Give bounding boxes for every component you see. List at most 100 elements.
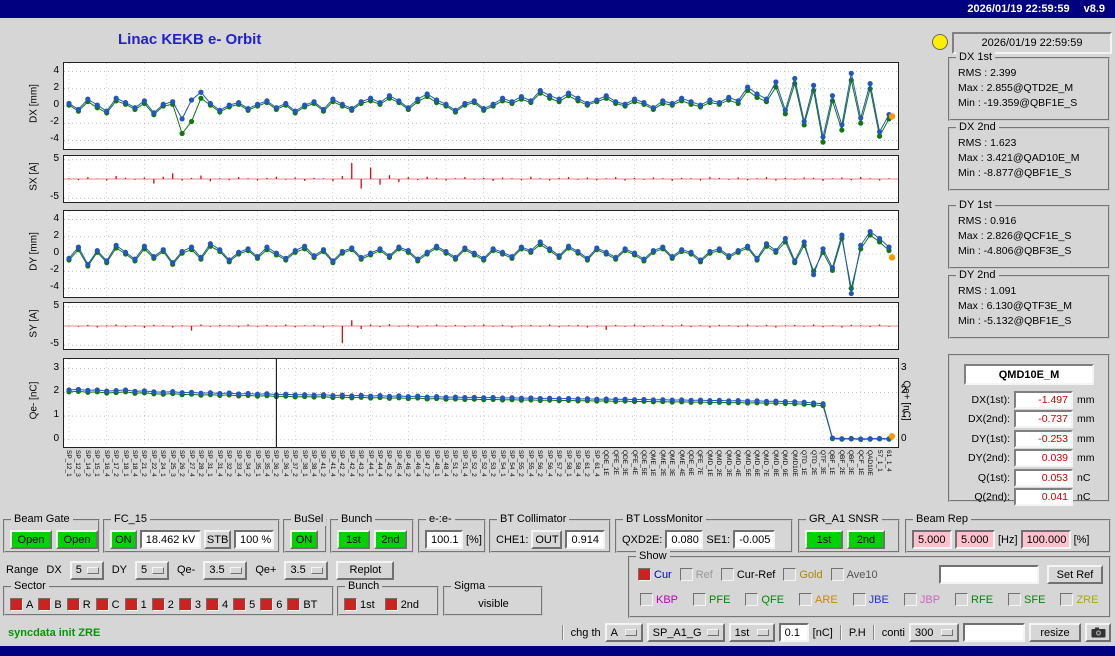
range-dx-label: DX: [46, 564, 62, 576]
bpm-name-label: QTF_3E: [819, 450, 827, 475]
status-extra-input[interactable]: [963, 623, 1025, 642]
gr-a1-snsr-group: GR_A1 SNSR 1st 2nd: [798, 513, 900, 553]
beam-gate-open-button-1[interactable]: Open: [10, 530, 52, 549]
bpm-name-label: SP_51_4: [460, 450, 468, 477]
interval-select[interactable]: 300: [909, 623, 959, 642]
bpm-name-label: SP_33_4: [234, 450, 242, 477]
bpm-name-label: QMD_7E: [762, 450, 770, 477]
show-checkbox-ave10[interactable]: Ave10: [830, 568, 878, 581]
threshold-unit: [nC]: [812, 626, 833, 639]
show-checkbox-kbp[interactable]: KBP: [640, 593, 678, 606]
show-label: Ref: [695, 568, 713, 581]
threshold-input[interactable]: [778, 623, 809, 642]
plot-panel-dx[interactable]: [63, 62, 899, 150]
bunch-2nd-button[interactable]: 2nd: [374, 530, 407, 549]
resize-button[interactable]: resize: [1029, 623, 1081, 642]
checkbox-icon: [720, 568, 734, 581]
y-axis-tick: -5: [50, 191, 59, 203]
show-checkbox-cur-ref[interactable]: Cur-Ref: [720, 568, 775, 581]
bunch-select-group: Bunch 1st 2nd: [337, 580, 439, 616]
show-checkbox-sfe[interactable]: SFE: [1008, 593, 1045, 606]
range-qep-select[interactable]: 3.5: [284, 560, 329, 580]
sector-checkbox-3[interactable]: 3: [178, 598, 201, 611]
beam-rep-value-2: 5.000: [955, 530, 995, 549]
bpm-name-label: QBF_1E: [828, 450, 836, 475]
snsr-2nd-button[interactable]: 2nd: [847, 530, 885, 549]
show-checkbox-ref[interactable]: Ref: [679, 568, 713, 581]
plot-panel-qe[interactable]: [63, 358, 899, 448]
range-qem-select[interactable]: 3.5: [203, 560, 248, 580]
ref-name-input[interactable]: [939, 565, 1039, 584]
fc15-stb-button[interactable]: STB: [204, 530, 231, 549]
snsr-1st-button[interactable]: 1st: [805, 530, 843, 549]
show-checkbox-jbp[interactable]: JBP: [903, 593, 940, 606]
sector-checkbox-5[interactable]: 5: [233, 598, 255, 611]
bpm-name-label: QMD_2E: [715, 450, 723, 477]
show-checkbox-pfe[interactable]: PFE: [693, 593, 730, 606]
sector-checkbox-c[interactable]: C: [95, 598, 120, 611]
fc15-percent-field: 100 %: [233, 530, 274, 549]
checkbox-icon: [830, 568, 844, 581]
sector-checkbox-6[interactable]: 6: [260, 598, 282, 611]
group-title: Sector: [11, 580, 49, 593]
plot-panel-sy[interactable]: [63, 302, 899, 350]
bpm-name-label: SP_12_1: [65, 450, 72, 477]
sector-checkbox-4[interactable]: 4: [205, 598, 228, 611]
sector-checkbox-1[interactable]: 1: [124, 598, 147, 611]
bpm-name-label: QDE_3E: [621, 450, 629, 476]
sp-select[interactable]: SP_A1_G: [646, 623, 725, 642]
qmd-label: DY(2nd):: [967, 452, 1010, 464]
y-axis-tick-right: 0: [901, 432, 907, 444]
fc15-group: FC_15 ON 18.462 kV STB 100 %: [103, 513, 280, 553]
show-checkbox-cur[interactable]: Cur: [638, 568, 672, 581]
sector-label: B: [54, 598, 62, 611]
fc15-on-button[interactable]: ON: [110, 530, 137, 549]
show-checkbox-zre[interactable]: ZRE: [1060, 593, 1098, 606]
che1-out-button[interactable]: OUT: [531, 530, 563, 549]
range-dx-select[interactable]: 5: [69, 560, 104, 580]
sector-checkbox-r[interactable]: R: [66, 598, 91, 611]
timestamp-text: 2026/01/19 22:59:59: [981, 37, 1083, 49]
bunch-checkbox-2nd[interactable]: 2nd: [384, 598, 419, 611]
bpm-name-label: SP_48_1: [432, 450, 440, 477]
bpm-name-label: SP_37_2: [291, 450, 299, 477]
sigma-visible-toggle[interactable]: visible: [478, 598, 509, 610]
plot-panel-dy[interactable]: [63, 210, 899, 298]
show-label: Cur: [654, 568, 672, 581]
sector-checkbox-bt[interactable]: BT: [287, 598, 317, 611]
range-dy-select[interactable]: 5: [134, 560, 169, 580]
sector-select[interactable]: A: [604, 623, 643, 642]
plot-panel-sx[interactable]: [63, 155, 899, 203]
sector-checkbox-b[interactable]: B: [38, 598, 62, 611]
show-checkbox-gold[interactable]: Gold: [783, 568, 823, 581]
ph-toggle[interactable]: P.H: [849, 627, 866, 639]
bpm-name-label: SP_57_2: [555, 450, 563, 477]
beam-gate-open-button-2[interactable]: Open: [56, 530, 98, 549]
checkbox-icon: [384, 598, 398, 611]
sector-checkbox-a[interactable]: A: [10, 598, 33, 611]
screenshot-button[interactable]: [1085, 623, 1111, 642]
set-ref-button[interactable]: Set Ref: [1047, 565, 1103, 584]
bunch-checkbox-1st[interactable]: 1st: [344, 598, 375, 611]
checkbox-icon: [344, 598, 357, 611]
sector-checkbox-2[interactable]: 2: [151, 598, 174, 611]
bpm-name-label: SP_54_4: [507, 450, 515, 477]
y-axis-tick: 0: [53, 247, 59, 258]
show-checkbox-qfe[interactable]: QFE: [745, 593, 784, 606]
qmd-unit: mm: [1077, 432, 1095, 445]
chg-th-toggle[interactable]: chg th: [571, 627, 601, 639]
option-indicator-icon: [624, 629, 637, 636]
bt-lossmonitor-group: BT LossMonitor QXD2E: 0.080 SE1: -0.005: [615, 513, 793, 553]
bunch-select[interactable]: 1st: [728, 623, 775, 642]
busel-on-button[interactable]: ON: [290, 530, 318, 549]
sector-label: 1: [140, 598, 147, 611]
show-checkbox-are[interactable]: ARE: [799, 593, 838, 606]
bpm-name-label: SP_42_4: [347, 450, 355, 477]
bpm-name-label: QMD_5E: [743, 450, 751, 477]
show-checkbox-jbe[interactable]: JBE: [852, 593, 889, 606]
replot-button[interactable]: Replot: [336, 560, 395, 580]
show-checkbox-rfe[interactable]: RFE: [955, 593, 993, 606]
conti-toggle[interactable]: conti: [882, 627, 905, 639]
bunch-1st-button[interactable]: 1st: [337, 530, 370, 549]
bpm-name-label: SP_41_4: [328, 450, 336, 477]
